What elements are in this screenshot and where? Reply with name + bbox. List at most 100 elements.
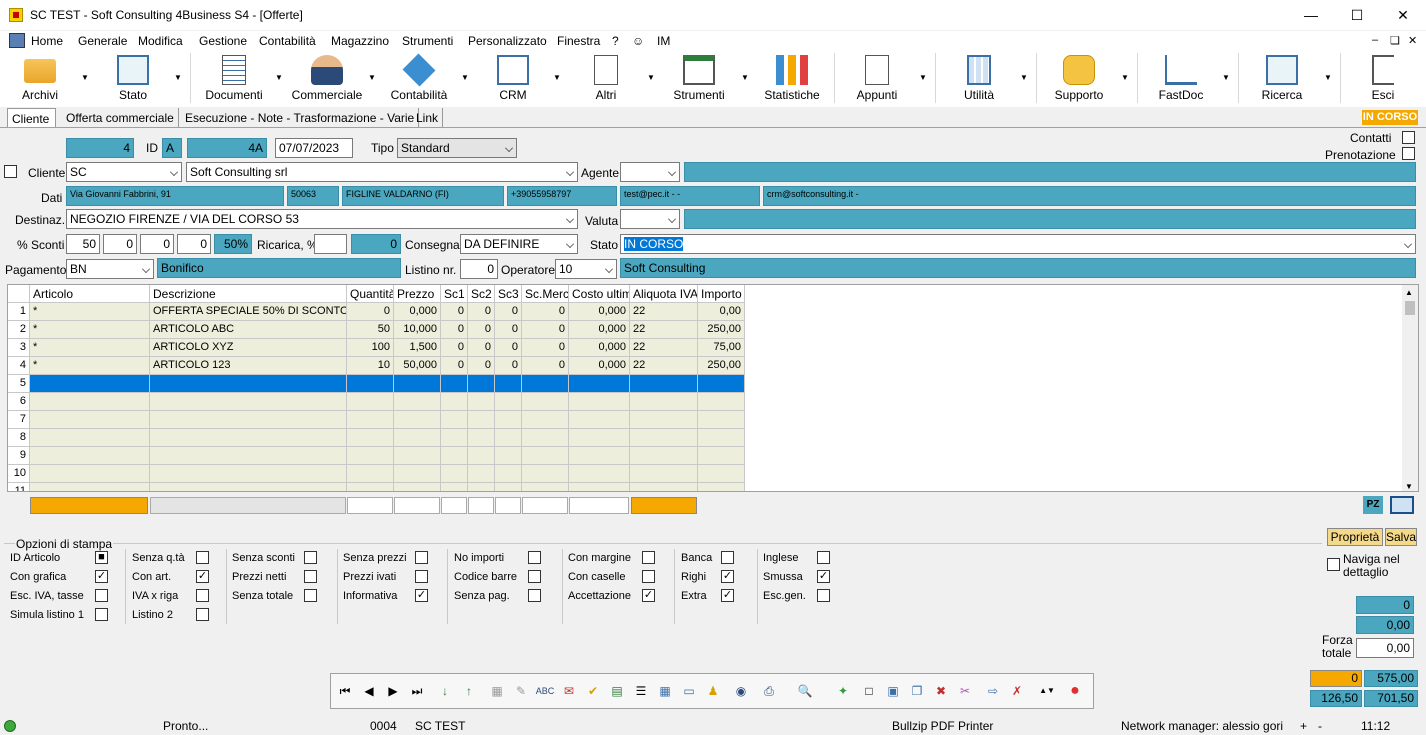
grid-cell[interactable]: 22 (630, 357, 698, 375)
row-number[interactable]: 5 (8, 375, 30, 393)
date-field[interactable]: 07/07/2023 (275, 138, 353, 158)
row-number[interactable]: 4 (8, 357, 30, 375)
pagamento-code-select[interactable]: BN (66, 259, 154, 279)
grid-cell[interactable] (30, 483, 150, 491)
grid-cell[interactable]: ARTICOLO 123 (150, 357, 347, 375)
grid-cell[interactable]: 0 (441, 303, 468, 321)
grid-cell[interactable] (522, 465, 569, 483)
crm-dropdown-icon[interactable]: ▼ (553, 73, 561, 82)
grid-cell[interactable] (468, 375, 495, 393)
tipo-select[interactable]: Standard (397, 138, 517, 158)
sconto-1-field[interactable]: 50 (66, 234, 100, 254)
row-number[interactable]: 7 (8, 411, 30, 429)
copy-icon[interactable]: ❐ (906, 675, 928, 707)
grid-cell[interactable]: 50 (347, 321, 394, 339)
col-quantita[interactable]: Quantità (347, 285, 394, 303)
pz-button[interactable]: PZ (1363, 496, 1383, 514)
menu-gestione[interactable]: Gestione (199, 34, 247, 48)
grid-cell[interactable]: 250,00 (698, 357, 745, 375)
row-number[interactable]: 2 (8, 321, 30, 339)
menu-magazzino[interactable]: Magazzino (331, 34, 389, 48)
new-document-icon[interactable]: □ (858, 675, 880, 707)
grid-cell[interactable] (30, 375, 150, 393)
grid-cell[interactable]: 0 (468, 357, 495, 375)
checkbox-listino-2[interactable] (196, 608, 209, 621)
grid-cell[interactable] (698, 483, 745, 491)
cash-register-icon[interactable]: ▤ (606, 675, 628, 707)
checkbox-no-importi[interactable] (528, 551, 541, 564)
insert-row-icon[interactable]: ⇨ (982, 675, 1004, 707)
col-importo[interactable]: Importo (698, 285, 745, 303)
grid-cell[interactable] (522, 375, 569, 393)
record-icon[interactable]: ● (1064, 675, 1086, 707)
grid-cell[interactable]: 0 (495, 321, 522, 339)
grid-cell[interactable]: 0 (522, 321, 569, 339)
operatore-select[interactable]: 10 (555, 259, 617, 279)
supporto-dropdown-icon[interactable]: ▼ (1121, 73, 1129, 82)
menu-strumenti[interactable]: Strumenti (402, 34, 453, 48)
grid-cell[interactable] (150, 429, 347, 447)
grid-cell[interactable] (468, 447, 495, 465)
grid-cell[interactable] (495, 393, 522, 411)
delete-row-icon[interactable]: ✗ (1006, 675, 1028, 707)
grid-cell[interactable] (630, 447, 698, 465)
email-icon[interactable]: ✉ (558, 675, 580, 707)
grid-cell[interactable]: 0 (468, 303, 495, 321)
calendar-icon[interactable]: ▦ (654, 675, 676, 707)
delete-document-icon[interactable]: ✖ (930, 675, 952, 707)
print-icon[interactable]: ⎙ (758, 675, 780, 707)
checkbox-smussa[interactable]: ✓ (817, 570, 830, 583)
utilita-dropdown-icon[interactable]: ▼ (1020, 73, 1028, 82)
checkbox-senza-pag[interactable] (528, 589, 541, 602)
grid-cell[interactable]: 0,000 (569, 303, 630, 321)
toolbar-strumenti[interactable]: Strumenti (668, 51, 730, 105)
toolbar-utilita[interactable]: Utilità (948, 51, 1010, 105)
appunti-dropdown-icon[interactable]: ▼ (919, 73, 927, 82)
card-icon[interactable]: ▭ (678, 675, 700, 707)
grid-cell[interactable]: OFFERTA SPECIALE 50% DI SCONTO! (150, 303, 347, 321)
checkbox-iva-riga[interactable] (196, 589, 209, 602)
grid-cell[interactable] (468, 411, 495, 429)
altri-dropdown-icon[interactable]: ▼ (647, 73, 655, 82)
row-number[interactable]: 11 (8, 483, 30, 491)
row-number[interactable]: 3 (8, 339, 30, 357)
checkbox-simula-listino[interactable] (95, 608, 108, 621)
menu-modifica[interactable]: Modifica (138, 34, 183, 48)
checkbox-con-caselle[interactable] (642, 570, 655, 583)
grid-cell[interactable] (495, 447, 522, 465)
grid-cell[interactable]: 0 (522, 357, 569, 375)
grid-cell[interactable] (495, 483, 522, 491)
save-icon[interactable]: ▣ (882, 675, 904, 707)
toolbar-contabilita[interactable]: Contabilità (385, 51, 453, 105)
toolbar-altri[interactable]: Altri (576, 51, 636, 105)
cliente-code-select[interactable]: SC (66, 162, 182, 182)
checkbox-senza-sconti[interactable] (304, 551, 317, 564)
grid-cell[interactable] (441, 483, 468, 491)
eraser-icon[interactable]: ✂ (954, 675, 976, 707)
ricarica-field[interactable] (314, 234, 347, 254)
grid-cell[interactable] (468, 465, 495, 483)
toolbar-supporto[interactable]: Supporto (1048, 51, 1110, 105)
sort-desc-icon[interactable]: ↑ (458, 675, 480, 707)
mdi-minimize-icon[interactable]: – (1372, 34, 1378, 46)
col-sc2[interactable]: Sc2 (468, 285, 495, 303)
checkbox-inglese[interactable] (817, 551, 830, 564)
minimize-button[interactable]: — (1288, 0, 1334, 30)
checkbox-prezzi-ivati[interactable] (415, 570, 428, 583)
grid-cell[interactable] (30, 465, 150, 483)
grid-cell[interactable]: 0,000 (569, 321, 630, 339)
toolbar-commerciale[interactable]: Commerciale (288, 51, 366, 105)
clipboard-icon[interactable]: ✎ (510, 675, 532, 707)
row-number[interactable]: 1 (8, 303, 30, 321)
grid-cell[interactable] (522, 411, 569, 429)
grid-cell[interactable]: 0 (495, 339, 522, 357)
checkbox-codice-barre[interactable] (528, 570, 541, 583)
grid-cell[interactable]: 250,00 (698, 321, 745, 339)
cliente-name-select[interactable]: Soft Consulting srl (186, 162, 578, 182)
grid-cell[interactable] (150, 393, 347, 411)
stato-dropdown-icon[interactable]: ▼ (174, 73, 182, 82)
grid-cell[interactable] (698, 375, 745, 393)
grid-cell[interactable] (394, 429, 441, 447)
grid-cell[interactable]: * (30, 357, 150, 375)
grid-cell[interactable] (569, 447, 630, 465)
